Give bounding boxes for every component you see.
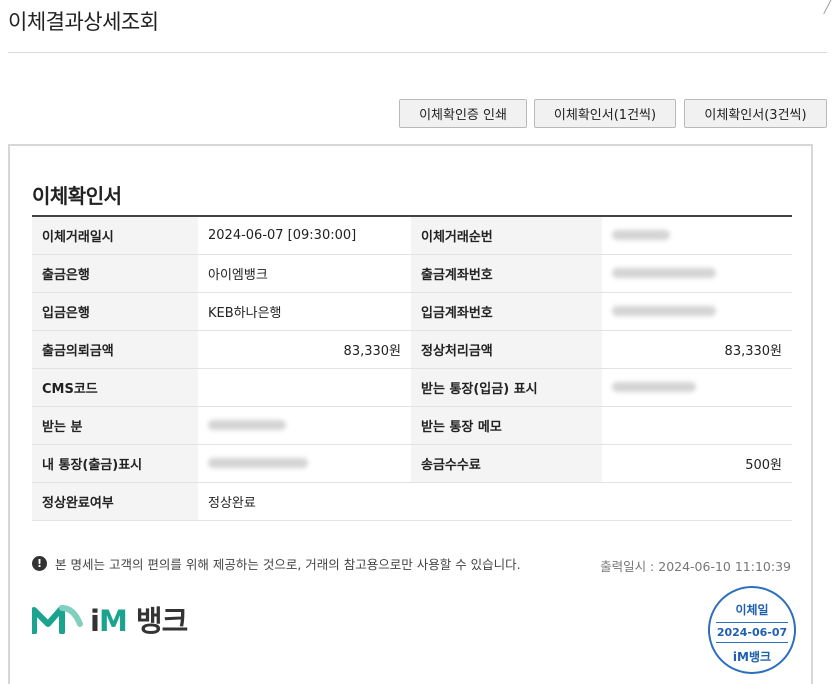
corner-mark: ╱ [823, 0, 831, 14]
cms-code-label: CMS코드 [32, 368, 198, 407]
table-row: 출금의뢰금액 83,330원 정상처리금액 83,330원 [32, 330, 792, 369]
im-bank-symbol-icon [32, 605, 83, 634]
im-bank-logo: iM 뱅크 [32, 598, 188, 640]
completion-status-label: 정상완료여부 [32, 482, 198, 521]
transfer-seq-value [602, 216, 792, 255]
notice-text: 본 명세는 고객의 편의를 위해 제공하는 것으로, 거래의 참고용으로만 사용… [55, 557, 521, 572]
redacted-value [612, 306, 716, 316]
notice: ! 본 명세는 고객의 편의를 위해 제공하는 것으로, 거래의 참고용으로만 … [32, 554, 521, 573]
title-divider [8, 52, 827, 53]
request-amount-value: 83,330원 [198, 330, 411, 369]
redacted-value [208, 420, 286, 430]
table-row: 받는 분 받는 통장 메모 [32, 406, 792, 445]
processed-amount-label: 정상처리금액 [411, 330, 602, 369]
recipient-value [198, 406, 411, 445]
recipient-display-value [602, 368, 792, 407]
stamp-brand: iM뱅크 [732, 650, 772, 664]
confirmation-3-button[interactable]: 이체확인서(3건씩) [684, 99, 827, 128]
my-account-display-label: 내 통장(출금)표시 [32, 444, 198, 483]
deposit-bank-value: KEB하나은행 [198, 292, 411, 331]
printed-datetime: 출력일시 : 2024-06-10 11:10:39 [600, 559, 791, 574]
withdraw-account-label: 출금계좌번호 [411, 254, 602, 293]
empty-cell [411, 482, 792, 521]
deposit-account-value [602, 292, 792, 331]
request-amount-label: 출금의뢰금액 [32, 330, 198, 369]
transfer-info-table: 이체거래일시 2024-06-07 [09:30:00] 이체거래순번 출금은행… [32, 215, 792, 521]
withdraw-account-value [602, 254, 792, 293]
document-title: 이체확인서 [32, 184, 122, 208]
withdraw-bank-value: 아이엠뱅크 [198, 254, 411, 293]
recipient-display-label: 받는 통장(입금) 표시 [411, 368, 602, 407]
recipient-memo-value [602, 406, 792, 445]
exclamation-icon: ! [32, 556, 47, 571]
redacted-value [612, 268, 716, 278]
completion-status-value: 정상완료 [198, 482, 411, 521]
confirmation-1-button[interactable]: 이체확인서(1건씩) [534, 99, 676, 128]
withdraw-bank-label: 출금은행 [32, 254, 198, 293]
print-certificate-button[interactable]: 이체확인증 인쇄 [399, 99, 527, 128]
deposit-bank-label: 입금은행 [32, 292, 198, 331]
recipient-memo-label: 받는 통장 메모 [411, 406, 602, 445]
table-row: 내 통장(출금)표시 송금수수료 500원 [32, 444, 792, 483]
stamp-date: 2024-06-07 [716, 622, 788, 643]
redacted-value [612, 382, 696, 392]
table-row: 출금은행 아이엠뱅크 출금계좌번호 [32, 254, 792, 293]
transfer-confirmation-document: 이체확인서 이체거래일시 2024-06-07 [09:30:00] 이체거래순… [8, 144, 813, 684]
page-title: 이체결과상세조회 [8, 10, 159, 34]
table-row: 정상완료여부 정상완료 [32, 482, 792, 521]
fee-value: 500원 [602, 444, 792, 483]
table-row: CMS코드 받는 통장(입금) 표시 [32, 368, 792, 407]
redacted-value [612, 230, 670, 241]
processed-amount-value: 83,330원 [602, 330, 792, 369]
recipient-label: 받는 분 [32, 406, 198, 445]
cms-code-value [198, 368, 411, 407]
my-account-display-value [198, 444, 411, 483]
table-row: 이체거래일시 2024-06-07 [09:30:00] 이체거래순번 [32, 216, 792, 255]
transfer-datetime-label: 이체거래일시 [32, 216, 198, 255]
deposit-account-label: 입금계좌번호 [411, 292, 602, 331]
table-row: 입금은행 KEB하나은행 입금계좌번호 [32, 292, 792, 331]
transfer-seq-label: 이체거래순번 [411, 216, 602, 255]
fee-label: 송금수수료 [411, 444, 602, 483]
logo-text: iM 뱅크 [90, 604, 188, 638]
transfer-date-stamp: 이체일 2024-06-07 iM뱅크 [708, 586, 796, 674]
redacted-value [208, 458, 308, 468]
transfer-datetime-value: 2024-06-07 [09:30:00] [198, 216, 411, 255]
stamp-label: 이체일 [735, 603, 769, 617]
